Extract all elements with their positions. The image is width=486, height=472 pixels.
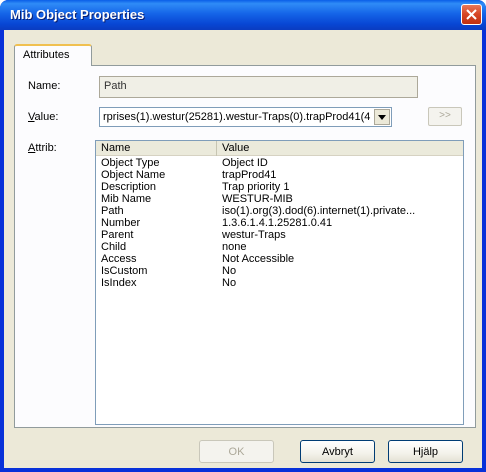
list-item-name: IsIndex — [101, 277, 137, 289]
attrib-label: Attrib: — [28, 142, 57, 154]
close-icon — [466, 9, 477, 20]
list-item-name: Parent — [101, 229, 134, 241]
attributes-panel: Name: Path Value: rprises(1).westur(2528… — [14, 65, 476, 428]
list-item[interactable]: Path iso(1).org(3).dod(6).internet(1).pri… — [96, 205, 463, 217]
list-item-value: WESTUR-MIB — [222, 193, 293, 205]
list-item-name: Path — [101, 205, 124, 217]
list-item-name: Mib Name — [101, 193, 152, 205]
more-button[interactable]: >> — [428, 107, 462, 126]
list-item[interactable]: IsIndex No — [96, 277, 463, 289]
dialog-window: Mib Object Properties Attributes Name: P… — [0, 0, 486, 472]
list-item-name: Child — [101, 241, 127, 253]
list-item-value: No — [222, 277, 237, 289]
value-text: rprises(1).westur(25281).westur-Traps(0)… — [103, 111, 371, 123]
list-item-name: Number — [101, 217, 141, 229]
close-button[interactable] — [461, 4, 482, 25]
title-bar[interactable]: Mib Object Properties — [0, 0, 486, 30]
name-value: Path — [104, 80, 127, 92]
list-item[interactable]: Mib Name WESTUR-MIB — [96, 193, 463, 205]
list-item-value: Object ID — [222, 157, 268, 169]
attributes-list[interactable]: Name Value Object Type Object ID Object Na… — [95, 140, 464, 425]
list-item-name: IsCustom — [101, 265, 148, 277]
ok-button[interactable]: OK — [199, 440, 274, 463]
chevron-down-icon — [378, 115, 386, 120]
list-item[interactable]: Child none — [96, 241, 463, 253]
dialog-client: Attributes Name: Path Value: rprises(1).… — [4, 30, 482, 468]
list-item[interactable]: Number 1.3.6.1.4.1.25281.0.41 — [96, 217, 463, 229]
list-item-value: westur-Traps — [222, 229, 286, 241]
list-item-value: none — [222, 241, 247, 253]
name-field: Path — [99, 76, 418, 98]
tab-attributes[interactable]: Attributes — [14, 44, 92, 66]
list-item-name: Description — [101, 181, 157, 193]
list-item[interactable]: Object Name trapProd41 — [96, 169, 463, 181]
list-item-value: No — [222, 265, 237, 277]
list-item-value: 1.3.6.1.4.1.25281.0.41 — [222, 217, 333, 229]
list-item-value: trapProd41 — [222, 169, 277, 181]
list-header: Name Value — [96, 141, 463, 156]
cancel-button[interactable]: Avbryt — [300, 440, 375, 463]
list-item-name: Access — [101, 253, 137, 265]
list-item-value: Not Accessible — [222, 253, 295, 265]
window-title: Mib Object Properties — [10, 7, 145, 22]
value-label: Value: — [28, 111, 59, 123]
list-item-name: Object Type — [101, 157, 160, 169]
help-button[interactable]: Hjälp — [388, 440, 463, 463]
list-item[interactable]: Description Trap priority 1 — [96, 181, 463, 193]
column-header-value[interactable]: Value — [217, 141, 463, 156]
list-item[interactable]: Object Type Object ID — [96, 157, 463, 169]
list-item[interactable]: Access Not Accessible — [96, 253, 463, 265]
list-item-value: Trap priority 1 — [222, 181, 290, 193]
tab-label: Attributes — [23, 49, 70, 61]
list-item[interactable]: Parent westur-Traps — [96, 229, 463, 241]
name-label: Name: — [28, 80, 61, 92]
list-item-value: iso(1).org(3).dod(6).internet(1).private… — [222, 205, 416, 217]
column-header-name[interactable]: Name — [96, 141, 217, 156]
list-item-name: Object Name — [101, 169, 166, 181]
value-combobox[interactable]: rprises(1).westur(25281).westur-Traps(0)… — [99, 107, 392, 127]
combo-dropdown-button[interactable] — [374, 109, 390, 125]
list-item[interactable]: IsCustom No — [96, 265, 463, 277]
